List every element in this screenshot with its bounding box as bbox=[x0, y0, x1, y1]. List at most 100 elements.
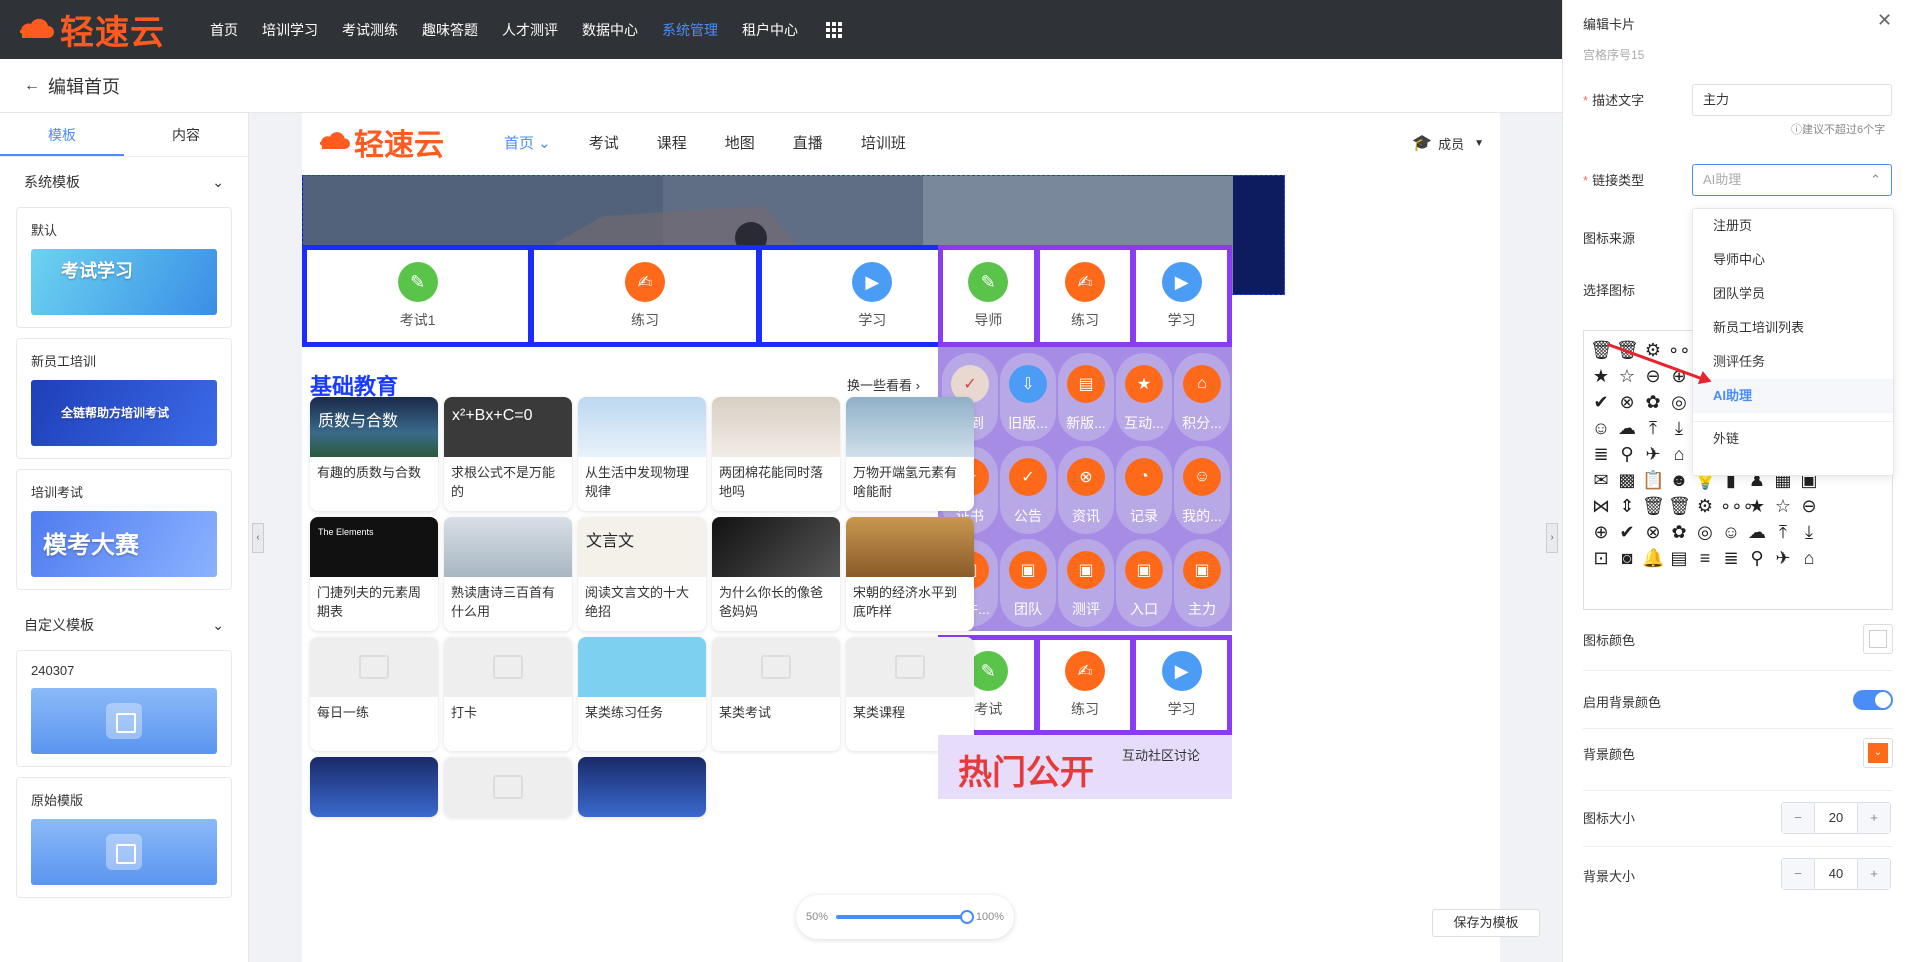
picker-icon[interactable]: ▤ bbox=[1668, 547, 1690, 569]
picker-icon[interactable]: ⊗ bbox=[1616, 391, 1638, 413]
picker-icon[interactable]: ✔ bbox=[1590, 391, 1612, 413]
picker-icon[interactable]: ⚙ bbox=[1694, 495, 1716, 517]
course-card[interactable]: x²+Bx+C=0 求根公式不是万能的 bbox=[444, 397, 572, 511]
course-card[interactable]: 万物开端氢元素有啥能耐 bbox=[846, 397, 974, 511]
top-nav-item[interactable]: 培训学习 bbox=[262, 20, 318, 40]
dropdown-option[interactable]: 注册页 bbox=[1693, 209, 1893, 243]
top-nav-item[interactable]: 数据中心 bbox=[582, 20, 638, 40]
grid-item[interactable]: ▣ 团队 bbox=[1000, 539, 1056, 627]
picker-icon[interactable]: ⌂ bbox=[1798, 547, 1820, 569]
system-templates-header[interactable]: 系统模板 ⌄ bbox=[0, 157, 248, 207]
top-nav-item[interactable]: 趣味答题 bbox=[422, 20, 478, 40]
icon-block-cell[interactable]: ✎ 导师 bbox=[943, 250, 1034, 342]
grid-item[interactable]: ⌂ 积分... bbox=[1174, 353, 1230, 441]
icon-grid-panel[interactable]: ✓签到⇩旧版...▤新版...★互动...⌂积分...☆证书✓公告⊗资讯◔记录☺… bbox=[938, 347, 1232, 631]
tab-templates[interactable]: 模板 bbox=[0, 113, 124, 156]
refresh-link[interactable]: 换一些看看 › bbox=[847, 375, 920, 394]
dropdown-option[interactable]: 测评任务 bbox=[1693, 345, 1893, 379]
picker-icon[interactable]: ▩ bbox=[1616, 469, 1638, 491]
picker-icon[interactable]: ⋈ bbox=[1590, 495, 1612, 517]
preview-nav-link[interactable]: 培训班 bbox=[861, 132, 906, 153]
picker-icon[interactable]: ◎ bbox=[1668, 391, 1690, 413]
picker-icon[interactable]: 📋 bbox=[1642, 469, 1664, 491]
course-card[interactable] bbox=[444, 757, 572, 817]
picker-icon[interactable]: ∘∘∘ bbox=[1668, 339, 1702, 361]
picker-icon[interactable]: ☆ bbox=[1616, 365, 1638, 387]
picker-icon[interactable]: ✿ bbox=[1642, 391, 1664, 413]
course-card[interactable]: 为什么你长的像爸爸妈妈 bbox=[712, 517, 840, 631]
course-card[interactable]: 打卡 bbox=[444, 637, 572, 751]
top-nav-item[interactable]: 人才测评 bbox=[502, 20, 558, 40]
dropdown-option[interactable]: 导师中心 bbox=[1693, 243, 1893, 277]
picker-icon[interactable]: ⤒ bbox=[1772, 521, 1794, 543]
picker-icon[interactable]: ⌂ bbox=[1668, 443, 1690, 465]
template-card-default[interactable]: 默认 考试学习 bbox=[16, 207, 232, 328]
icon-color-picker[interactable] bbox=[1863, 624, 1893, 654]
preview-nav-link[interactable]: 首页 ⌄ bbox=[504, 132, 551, 153]
course-card[interactable]: 宋朝的经济水平到底咋样 bbox=[846, 517, 974, 631]
course-card[interactable]: 从生活中发现物理规律 bbox=[578, 397, 706, 511]
template-card-custom-2[interactable]: 原始模版 bbox=[16, 777, 232, 898]
dropdown-option[interactable]: AI助理 bbox=[1693, 379, 1893, 413]
top-nav-item[interactable]: 租户中心 bbox=[742, 20, 798, 40]
picker-icon[interactable]: ☁ bbox=[1616, 417, 1638, 439]
course-card[interactable] bbox=[578, 757, 706, 817]
picker-icon[interactable]: ★ bbox=[1590, 365, 1612, 387]
picker-icon[interactable]: ⊖ bbox=[1642, 365, 1664, 387]
picker-icon[interactable]: ☺ bbox=[1720, 521, 1742, 543]
picker-icon[interactable]: ⚲ bbox=[1616, 443, 1638, 465]
preview-nav-link[interactable]: 考试 bbox=[589, 132, 619, 153]
picker-icon[interactable]: ⊡ bbox=[1590, 547, 1612, 569]
grid-item[interactable]: ▣ 测评 bbox=[1058, 539, 1114, 627]
picker-icon[interactable]: ⊗ bbox=[1642, 521, 1664, 543]
picker-icon[interactable]: ⊖ bbox=[1798, 495, 1820, 517]
course-card[interactable] bbox=[310, 757, 438, 817]
tab-content[interactable]: 内容 bbox=[124, 113, 248, 156]
icon-block-1[interactable]: ✎ 考试1 ✍ 练习 ▶ 学习 bbox=[302, 245, 988, 347]
picker-icon[interactable]: ☻ bbox=[1668, 469, 1690, 491]
icon-block-cell[interactable]: ✍ 练习 bbox=[534, 250, 756, 342]
zoom-slider[interactable]: 50% 100% bbox=[796, 895, 1014, 939]
hot-open-banner[interactable]: 热门公开 互动社区讨论 bbox=[938, 735, 1232, 799]
picker-icon[interactable]: ⤓ bbox=[1668, 417, 1690, 439]
picker-icon[interactable]: ⚲ bbox=[1746, 547, 1768, 569]
picker-icon[interactable]: ◙ bbox=[1616, 547, 1638, 569]
picker-icon[interactable]: ☺ bbox=[1590, 417, 1612, 439]
icon-block-cell[interactable]: ✍ 练习 bbox=[1039, 640, 1131, 730]
grid-item[interactable]: ✓ 公告 bbox=[1000, 446, 1056, 534]
link-type-dropdown[interactable]: 注册页 导师中心 团队学员 新员工培训列表 测评任务 AI助理 外链 bbox=[1692, 208, 1894, 476]
picker-icon[interactable]: ≣ bbox=[1590, 443, 1612, 465]
bg-color-picker[interactable]: ⌄ bbox=[1863, 738, 1893, 768]
picker-icon[interactable]: ★ bbox=[1746, 495, 1768, 517]
top-nav-item[interactable]: 考试测练 bbox=[342, 20, 398, 40]
course-card[interactable]: 熟读唐诗三百首有什么用 bbox=[444, 517, 572, 631]
course-card[interactable]: 某类课程 bbox=[846, 637, 974, 751]
link-type-select[interactable]: AI助理 ⌃ bbox=[1692, 164, 1892, 196]
template-card-training-exam[interactable]: 培训考试 模考大赛 bbox=[16, 469, 232, 590]
save-as-template-button[interactable]: 保存为模板 bbox=[1432, 909, 1540, 937]
course-card[interactable]: 质数与合数 有趣的质数与合数 bbox=[310, 397, 438, 511]
course-card[interactable]: 两团棉花能同时落地吗 bbox=[712, 397, 840, 511]
grid-item[interactable]: ◔ 记录 bbox=[1116, 446, 1172, 534]
picker-icon[interactable]: ✈ bbox=[1772, 547, 1794, 569]
picker-icon[interactable]: ≡ bbox=[1694, 547, 1716, 569]
grid-item[interactable]: ▤ 新版... bbox=[1058, 353, 1114, 441]
picker-icon[interactable]: ⊕ bbox=[1590, 521, 1612, 543]
zoom-track[interactable] bbox=[836, 910, 974, 924]
desc-input[interactable]: 主力 bbox=[1692, 84, 1892, 116]
picker-icon[interactable]: ✉ bbox=[1590, 469, 1612, 491]
picker-icon[interactable]: 🗑 bbox=[1668, 495, 1691, 517]
picker-icon[interactable]: ☆ bbox=[1772, 495, 1794, 517]
grid-item[interactable]: ⊗ 资讯 bbox=[1058, 446, 1114, 534]
top-nav-item[interactable]: 首页 bbox=[210, 20, 238, 40]
bg-size-stepper[interactable]: −40 + bbox=[1781, 858, 1891, 890]
picker-icon[interactable]: ∘∘∘ bbox=[1720, 495, 1754, 517]
picker-icon[interactable]: 🗑 bbox=[1642, 495, 1665, 517]
top-nav-item[interactable]: 系统管理 bbox=[662, 20, 718, 40]
close-icon[interactable]: ✕ bbox=[1877, 10, 1892, 31]
apps-grid-icon[interactable] bbox=[826, 21, 842, 38]
course-card[interactable]: The Elements 门捷列夫的元素周期表 bbox=[310, 517, 438, 631]
back-arrow-icon[interactable]: ← bbox=[24, 77, 40, 95]
icon-block-cell[interactable]: ▶ 学习 bbox=[1136, 640, 1228, 730]
zoom-knob[interactable] bbox=[959, 910, 974, 924]
